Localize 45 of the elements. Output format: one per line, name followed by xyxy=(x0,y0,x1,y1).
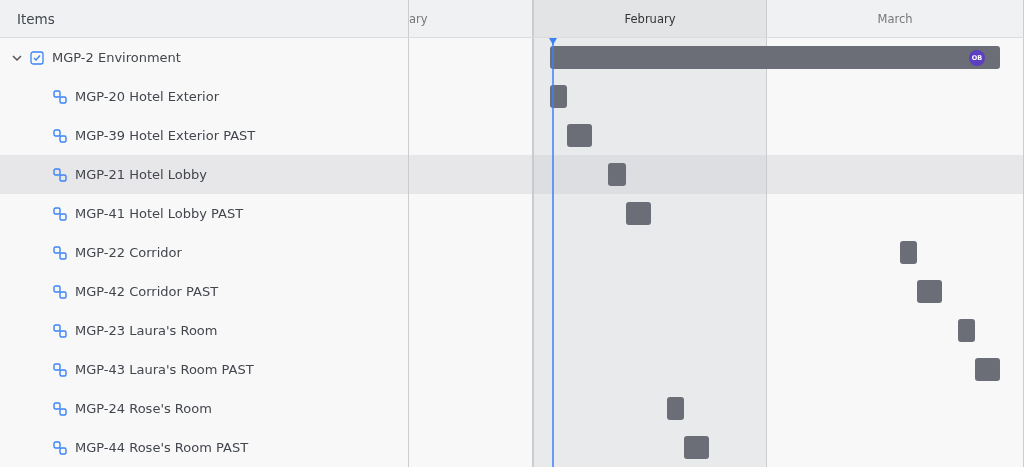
item-row[interactable]: MGP-42 Corridor PAST xyxy=(0,272,1024,311)
item-row[interactable]: MGP-39 Hotel Exterior PAST xyxy=(0,116,1024,155)
timeline-bar[interactable] xyxy=(917,280,942,303)
linked-squares-icon xyxy=(53,284,67,299)
checkbox-icon xyxy=(30,50,44,65)
timeline-bar[interactable] xyxy=(684,436,709,459)
item-row[interactable]: MGP-41 Hotel Lobby PAST xyxy=(0,194,1024,233)
linked-squares-icon xyxy=(53,89,67,104)
item-title: MGP-42 Corridor PAST xyxy=(75,284,219,299)
item-title: MGP-39 Hotel Exterior PAST xyxy=(75,128,256,143)
item-row[interactable]: MGP-23 Laura's Room xyxy=(0,311,1024,350)
timeline-bar[interactable] xyxy=(975,358,1000,381)
item-title: MGP-22 Corridor xyxy=(75,245,182,260)
timeline-bar[interactable] xyxy=(608,163,626,186)
item-title: MGP-43 Laura's Room PAST xyxy=(75,362,254,377)
item-row[interactable]: MGP-21 Hotel Lobby xyxy=(0,155,1024,194)
linked-squares-icon xyxy=(53,128,67,143)
linked-squares-icon xyxy=(53,206,67,221)
linked-squares-icon xyxy=(53,323,67,338)
item-row[interactable]: MGP-24 Rose's Room xyxy=(0,389,1024,428)
linked-squares-icon xyxy=(53,401,67,416)
linked-squares-icon xyxy=(53,440,67,455)
month-header: March xyxy=(767,0,1024,37)
item-row[interactable]: MGP-44 Rose's Room PAST xyxy=(0,428,1024,467)
timeline-bar[interactable] xyxy=(567,124,592,147)
timeline-bar[interactable] xyxy=(958,319,975,342)
linked-squares-icon xyxy=(53,245,67,260)
month-header: February xyxy=(533,0,767,37)
timeline-bar[interactable] xyxy=(626,202,651,225)
item-row[interactable]: MGP-20 Hotel Exterior xyxy=(0,77,1024,116)
timeline-bar[interactable] xyxy=(900,241,917,264)
timeline-bar[interactable] xyxy=(667,397,684,420)
item-title: MGP-21 Hotel Lobby xyxy=(75,167,207,182)
linked-squares-icon xyxy=(53,167,67,182)
linked-squares-icon xyxy=(53,362,67,377)
item-title: MGP-44 Rose's Room PAST xyxy=(75,440,249,455)
item-row[interactable]: MGP-22 Corridor xyxy=(0,233,1024,272)
item-title: MGP-23 Laura's Room xyxy=(75,323,218,338)
chevron-icon[interactable] xyxy=(12,52,22,63)
item-row[interactable]: MGP-43 Laura's Room PAST xyxy=(0,350,1024,389)
column-title: Items xyxy=(17,10,55,27)
item-title: MGP-20 Hotel Exterior xyxy=(75,89,220,104)
item-title: MGP-24 Rose's Room xyxy=(75,401,212,416)
item-title: MGP-2 Environment xyxy=(52,50,181,65)
item-title: MGP-41 Hotel Lobby PAST xyxy=(75,206,244,221)
